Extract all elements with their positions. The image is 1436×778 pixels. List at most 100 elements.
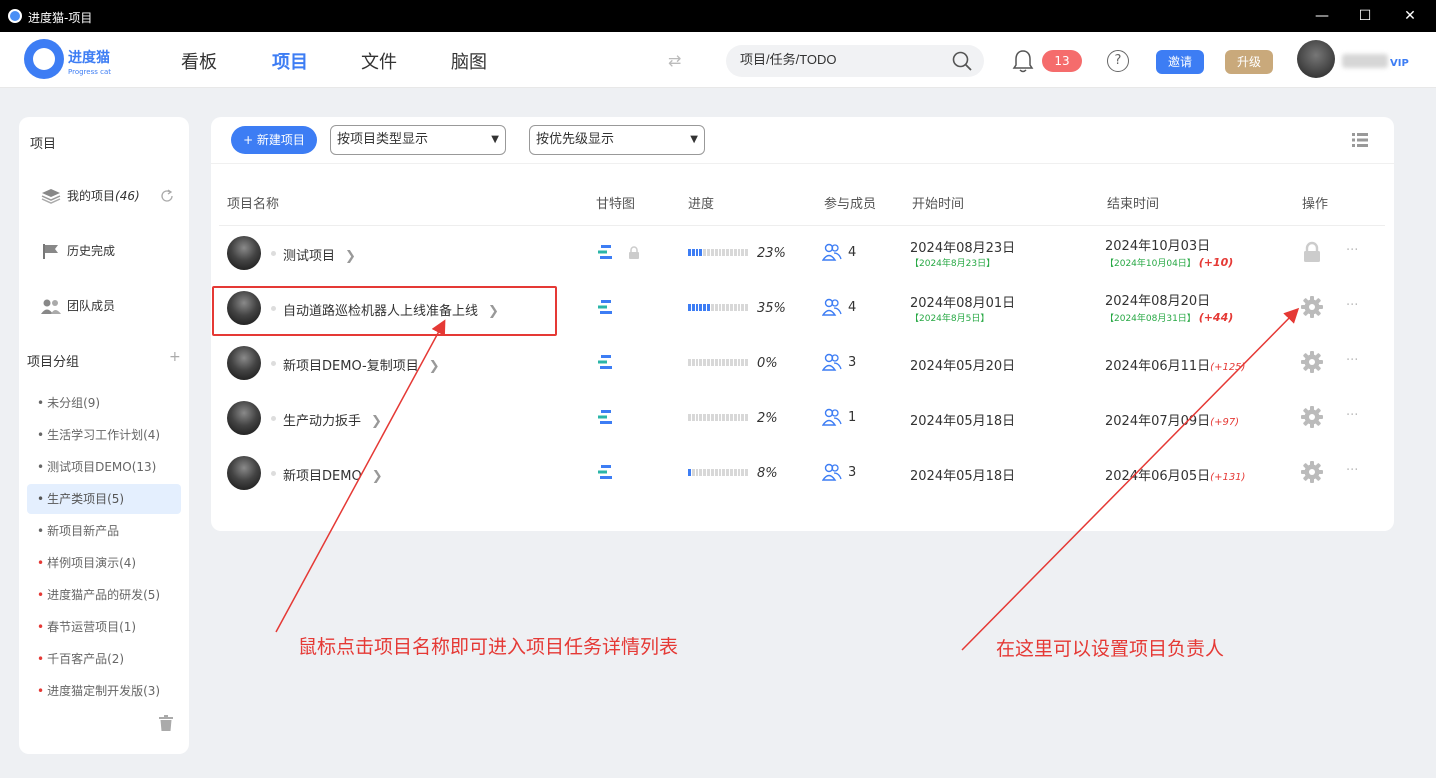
sidebar-item-label: 团队成员 <box>67 299 116 313</box>
chevron-right-icon: ❯ <box>345 249 356 264</box>
end-date: 2024年06月05日(+131) <box>1105 465 1245 484</box>
more-icon[interactable]: ··· <box>1346 243 1358 258</box>
members-icon[interactable] <box>822 353 842 371</box>
members-icon[interactable] <box>822 243 842 261</box>
priority-filter[interactable]: 按优先级显示 ▼ <box>529 125 705 155</box>
table-row[interactable]: 新项目DEMO-复制项目 ❯ 0% 3 2024年05月20日 2024年06月11日(+… <box>211 336 1394 391</box>
chevron-down-icon: ▼ <box>491 134 499 145</box>
sidebar-group-item[interactable]: 千百客产品(2) <box>27 644 181 674</box>
sidebar-group-item[interactable]: 测试项目DEMO(13) <box>27 452 181 482</box>
minimize-button[interactable]: — <box>1312 8 1332 24</box>
gear-icon[interactable] <box>1301 351 1323 373</box>
progress-percent: 2% <box>757 411 778 426</box>
sidebar-group-item[interactable]: 样例项目演示(4) <box>27 548 181 578</box>
project-name[interactable]: 测试项目 <box>283 249 335 264</box>
upgrade-button[interactable]: 升级 <box>1225 50 1273 74</box>
maximize-button[interactable]: ☐ <box>1355 8 1375 24</box>
project-name[interactable]: 新项目DEMO <box>283 469 362 484</box>
gantt-chart-icon[interactable] <box>597 299 613 315</box>
member-count: 4 <box>848 245 857 260</box>
actual-end-date: 【2024年08月31日】 (+44) <box>1105 311 1233 324</box>
progress-percent: 35% <box>757 301 786 316</box>
trash-icon[interactable] <box>159 715 173 731</box>
bell-icon[interactable] <box>1012 49 1034 73</box>
gear-icon[interactable] <box>1301 461 1323 483</box>
chevron-right-icon: ❯ <box>428 359 440 374</box>
members-icon[interactable] <box>822 298 842 316</box>
table-row[interactable]: 生产动力扳手 ❯ 2% 1 2024年05月18日 2024年07月09日(+97) ··· <box>211 391 1394 446</box>
sidebar-title: 项目 <box>30 137 57 152</box>
sidebar-item-team[interactable]: 团队成员 <box>41 297 115 314</box>
gear-icon[interactable] <box>1301 296 1323 318</box>
sidebar-item-count: (46) <box>115 188 140 203</box>
more-icon[interactable]: ··· <box>1346 463 1358 478</box>
project-name-link[interactable]: 新项目DEMO-复制项目 ❯ <box>283 355 440 374</box>
sidebar-group-item[interactable]: 新项目新产品 <box>27 516 181 546</box>
sidebar-item-label: 我的项目 <box>67 189 116 203</box>
close-button[interactable]: ✕ <box>1400 8 1420 24</box>
search-box <box>726 45 984 77</box>
sidebar-group-item[interactable]: 进度猫定制开发版(3) <box>27 676 181 706</box>
layers-icon <box>41 188 61 204</box>
gear-icon[interactable] <box>1301 406 1323 428</box>
nav-mindmap[interactable]: 脑图 <box>451 48 487 74</box>
gantt-chart-icon[interactable] <box>597 409 613 425</box>
progress-bar <box>688 359 748 366</box>
project-name-link[interactable]: 生产动力扳手 ❯ <box>283 410 382 429</box>
help-icon[interactable]: ? <box>1107 50 1129 72</box>
nav-files[interactable]: 文件 <box>361 48 397 74</box>
nav-projects[interactable]: 项目 <box>272 48 308 74</box>
table-row[interactable]: 测试项目 ❯ 23% 4 2024年08月23日 【2024年8月23日】 2024年10月… <box>211 226 1394 281</box>
more-icon[interactable]: ··· <box>1346 298 1358 313</box>
column-header-gantt: 甘特图 <box>596 197 636 212</box>
gantt-chart-icon[interactable] <box>597 244 613 260</box>
list-view-icon[interactable] <box>1352 133 1368 147</box>
start-date: 2024年08月01日 <box>910 296 1016 311</box>
table-row[interactable]: 新项目DEMO ❯ 8% 3 2024年05月18日 2024年06月05日(+131) ·… <box>211 446 1394 501</box>
sidebar-group-item[interactable]: 春节运营项目(1) <box>27 612 181 642</box>
logo-icon[interactable] <box>24 39 64 79</box>
logo-subtitle: Progress cat <box>68 68 111 76</box>
new-project-button[interactable]: + 新建项目 <box>231 126 317 154</box>
more-icon[interactable]: ··· <box>1346 353 1358 368</box>
lock-icon[interactable] <box>1301 241 1323 263</box>
logo-name: 进度猫 <box>68 50 110 66</box>
search-input[interactable] <box>740 52 940 67</box>
search-icon[interactable] <box>952 51 972 71</box>
project-name[interactable]: 新项目DEMO-复制项目 <box>283 359 419 374</box>
end-date: 2024年06月11日(+125) <box>1105 355 1245 374</box>
sidebar-item-my-projects[interactable]: 我的项目 (46) <box>41 187 174 204</box>
column-header-actions: 操作 <box>1302 197 1329 212</box>
end-date: 2024年07月09日(+97) <box>1105 410 1239 429</box>
annotation-left: 鼠标点击项目名称即可进入项目任务详情列表 <box>298 636 679 658</box>
more-icon[interactable]: ··· <box>1346 408 1358 423</box>
project-name[interactable]: 生产动力扳手 <box>283 414 361 429</box>
project-avatar <box>227 236 261 270</box>
project-name-link[interactable]: 测试项目 ❯ <box>283 245 356 264</box>
sidebar-group-item[interactable]: 生活学习工作计划(4) <box>27 420 181 450</box>
progress-percent: 0% <box>757 356 778 371</box>
status-dot <box>271 471 276 476</box>
gantt-chart-icon[interactable] <box>597 464 613 480</box>
gantt-chart-icon[interactable] <box>597 354 613 370</box>
user-avatar[interactable] <box>1297 40 1335 78</box>
end-date-value: 2024年06月05日 <box>1105 469 1211 484</box>
members-icon[interactable] <box>822 463 842 481</box>
sidebar-item-history[interactable]: 历史完成 <box>41 242 115 259</box>
members-icon[interactable] <box>822 408 842 426</box>
sidebar-group-item[interactable]: 进度猫产品的研发(5) <box>27 580 181 610</box>
sidebar-group-item[interactable]: 生产类项目(5) <box>27 484 181 514</box>
actual-start-date: 【2024年8月5日】 <box>910 314 990 324</box>
column-header-progress: 进度 <box>688 197 715 212</box>
project-type-filter[interactable]: 按项目类型显示 ▼ <box>330 125 506 155</box>
refresh-icon[interactable] <box>160 188 174 203</box>
add-group-icon[interactable]: + <box>169 349 181 365</box>
notification-badge[interactable]: 13 <box>1042 50 1082 72</box>
invite-button[interactable]: 邀请 <box>1156 50 1204 74</box>
sidebar-group-item[interactable]: 未分组(9) <box>27 388 181 418</box>
swap-icon[interactable]: ⇄ <box>668 51 681 70</box>
nav-kanban[interactable]: 看板 <box>181 48 217 74</box>
column-header-end: 结束时间 <box>1107 197 1160 212</box>
chevron-down-icon: ▼ <box>690 134 698 145</box>
project-name-link[interactable]: 新项目DEMO ❯ <box>283 465 383 484</box>
